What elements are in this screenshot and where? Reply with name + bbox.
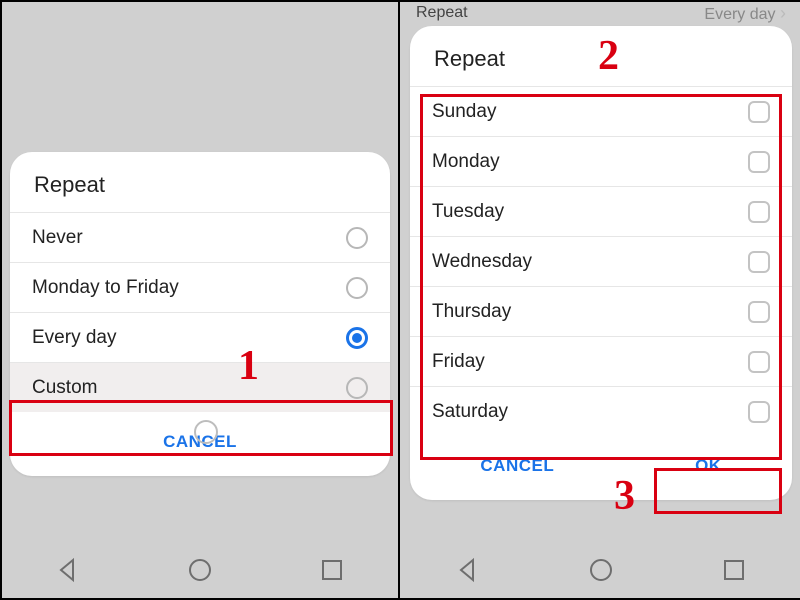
annotation-number-2: 2 [598, 32, 619, 80]
checkbox-icon[interactable] [748, 101, 770, 123]
checkbox-icon[interactable] [748, 401, 770, 423]
option-custom[interactable]: Custom [10, 362, 390, 412]
recent-icon[interactable] [319, 557, 345, 588]
checkbox-icon[interactable] [748, 201, 770, 223]
option-label: Every day [32, 327, 116, 349]
settings-row-behind[interactable]: Repeat Every day › [402, 2, 800, 24]
day-tuesday[interactable]: Tuesday [410, 186, 792, 236]
button-bar: CANCEL OK [410, 436, 792, 486]
day-label: Wednesday [432, 251, 532, 273]
home-icon[interactable] [588, 557, 614, 588]
radio-icon[interactable] [346, 227, 368, 249]
option-label: Never [32, 227, 83, 249]
day-wednesday[interactable]: Wednesday [410, 236, 792, 286]
day-sunday[interactable]: Sunday [410, 86, 792, 136]
day-label: Thursday [432, 301, 511, 323]
left-screenshot: Repeat Never Monday to Friday Every day … [2, 2, 400, 598]
settings-value: Every day [704, 6, 775, 23]
right-screenshot: Repeat Every day › Repeat Sunday Monday … [402, 2, 800, 598]
day-friday[interactable]: Friday [410, 336, 792, 386]
day-monday[interactable]: Monday [410, 136, 792, 186]
option-label: Monday to Friday [32, 277, 179, 299]
option-every-day[interactable]: Every day [10, 312, 390, 362]
home-icon[interactable] [187, 557, 213, 588]
back-icon[interactable] [55, 557, 81, 588]
dialog-title: Repeat [10, 172, 390, 212]
day-label: Friday [432, 351, 485, 373]
checkbox-icon[interactable] [748, 351, 770, 373]
radio-icon-selected[interactable] [346, 327, 368, 349]
repeat-dialog-right: Repeat Sunday Monday Tuesday Wednesday T… [410, 26, 792, 500]
option-mon-fri[interactable]: Monday to Friday [10, 262, 390, 312]
option-never[interactable]: Never [10, 212, 390, 262]
checkbox-icon[interactable] [748, 151, 770, 173]
android-navbar [2, 546, 398, 598]
checkbox-icon[interactable] [748, 301, 770, 323]
settings-label: Repeat [416, 4, 468, 22]
android-navbar [402, 546, 800, 598]
day-label: Monday [432, 151, 500, 173]
day-thursday[interactable]: Thursday [410, 286, 792, 336]
day-label: Tuesday [432, 201, 504, 223]
ok-button[interactable]: OK [669, 446, 748, 486]
day-saturday[interactable]: Saturday [410, 386, 792, 436]
day-label: Sunday [432, 101, 496, 123]
annotation-number-3: 3 [614, 472, 635, 520]
recent-icon[interactable] [721, 557, 747, 588]
annotation-number-1: 1 [238, 342, 259, 390]
back-icon[interactable] [455, 557, 481, 588]
radio-icon[interactable] [346, 377, 368, 399]
option-label: Custom [32, 377, 97, 399]
cancel-button[interactable]: CANCEL [454, 446, 580, 486]
radio-icon[interactable] [346, 277, 368, 299]
checkbox-icon[interactable] [748, 251, 770, 273]
circle-decoration [194, 420, 218, 444]
day-label: Saturday [432, 401, 508, 423]
chevron-right-icon: › [780, 3, 786, 23]
